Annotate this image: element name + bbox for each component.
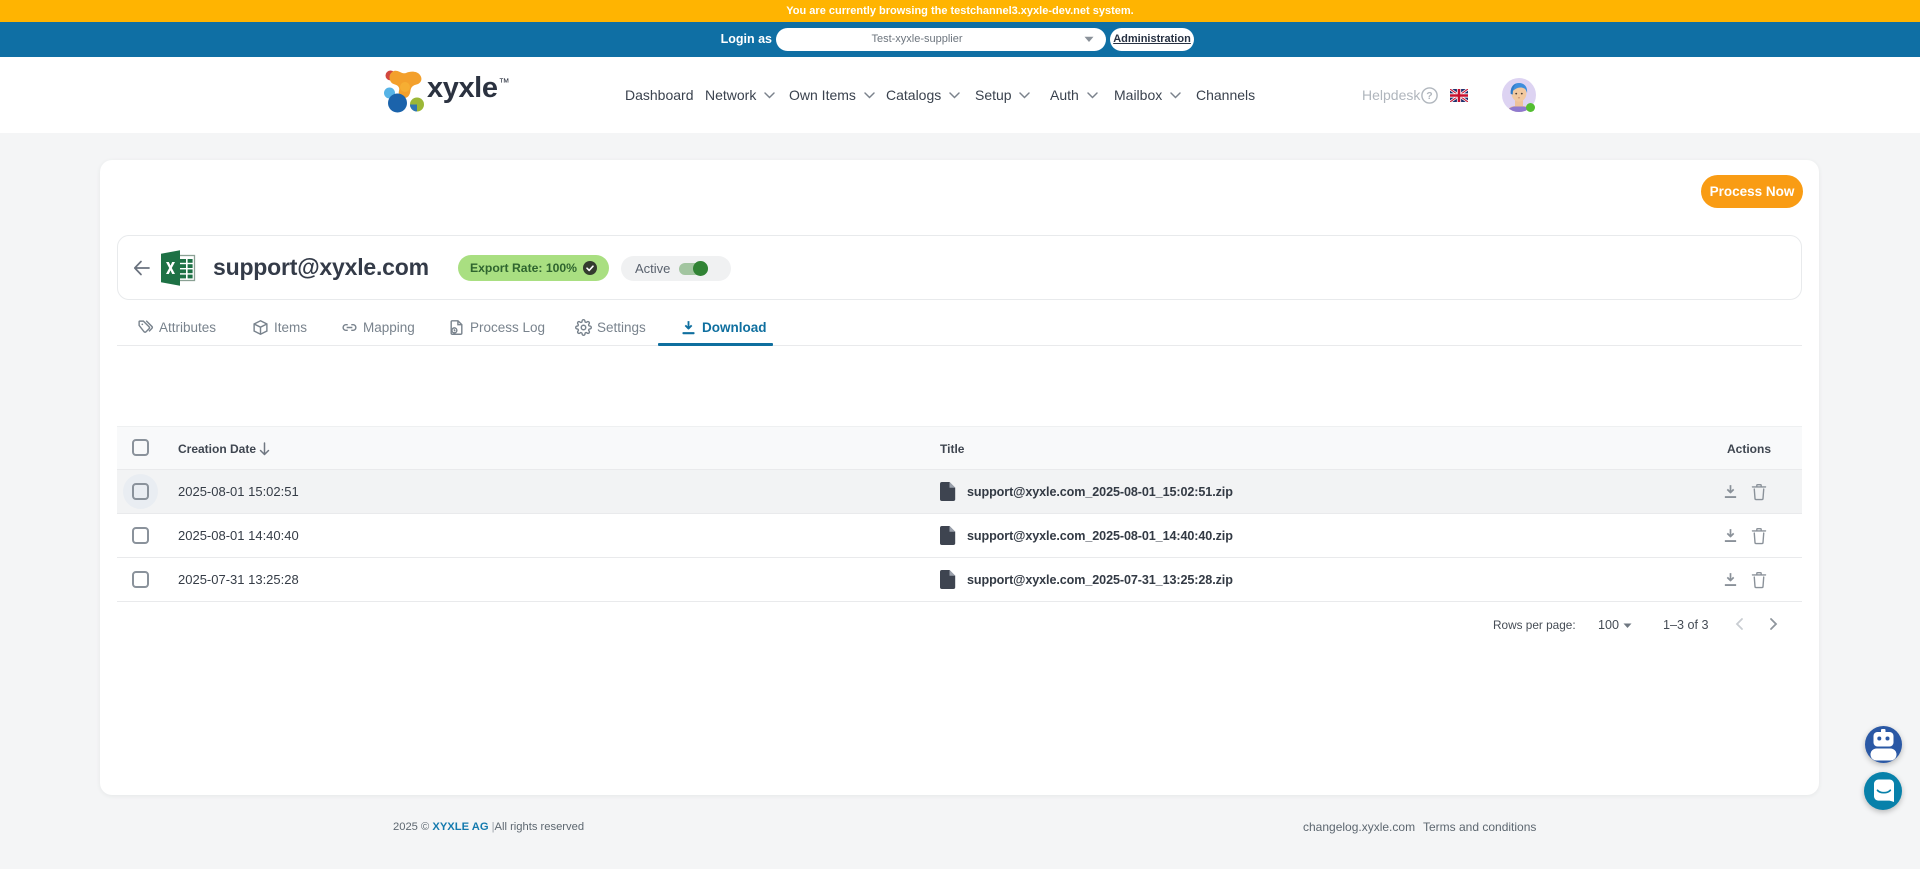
svg-text:?: ? [1426,90,1432,102]
